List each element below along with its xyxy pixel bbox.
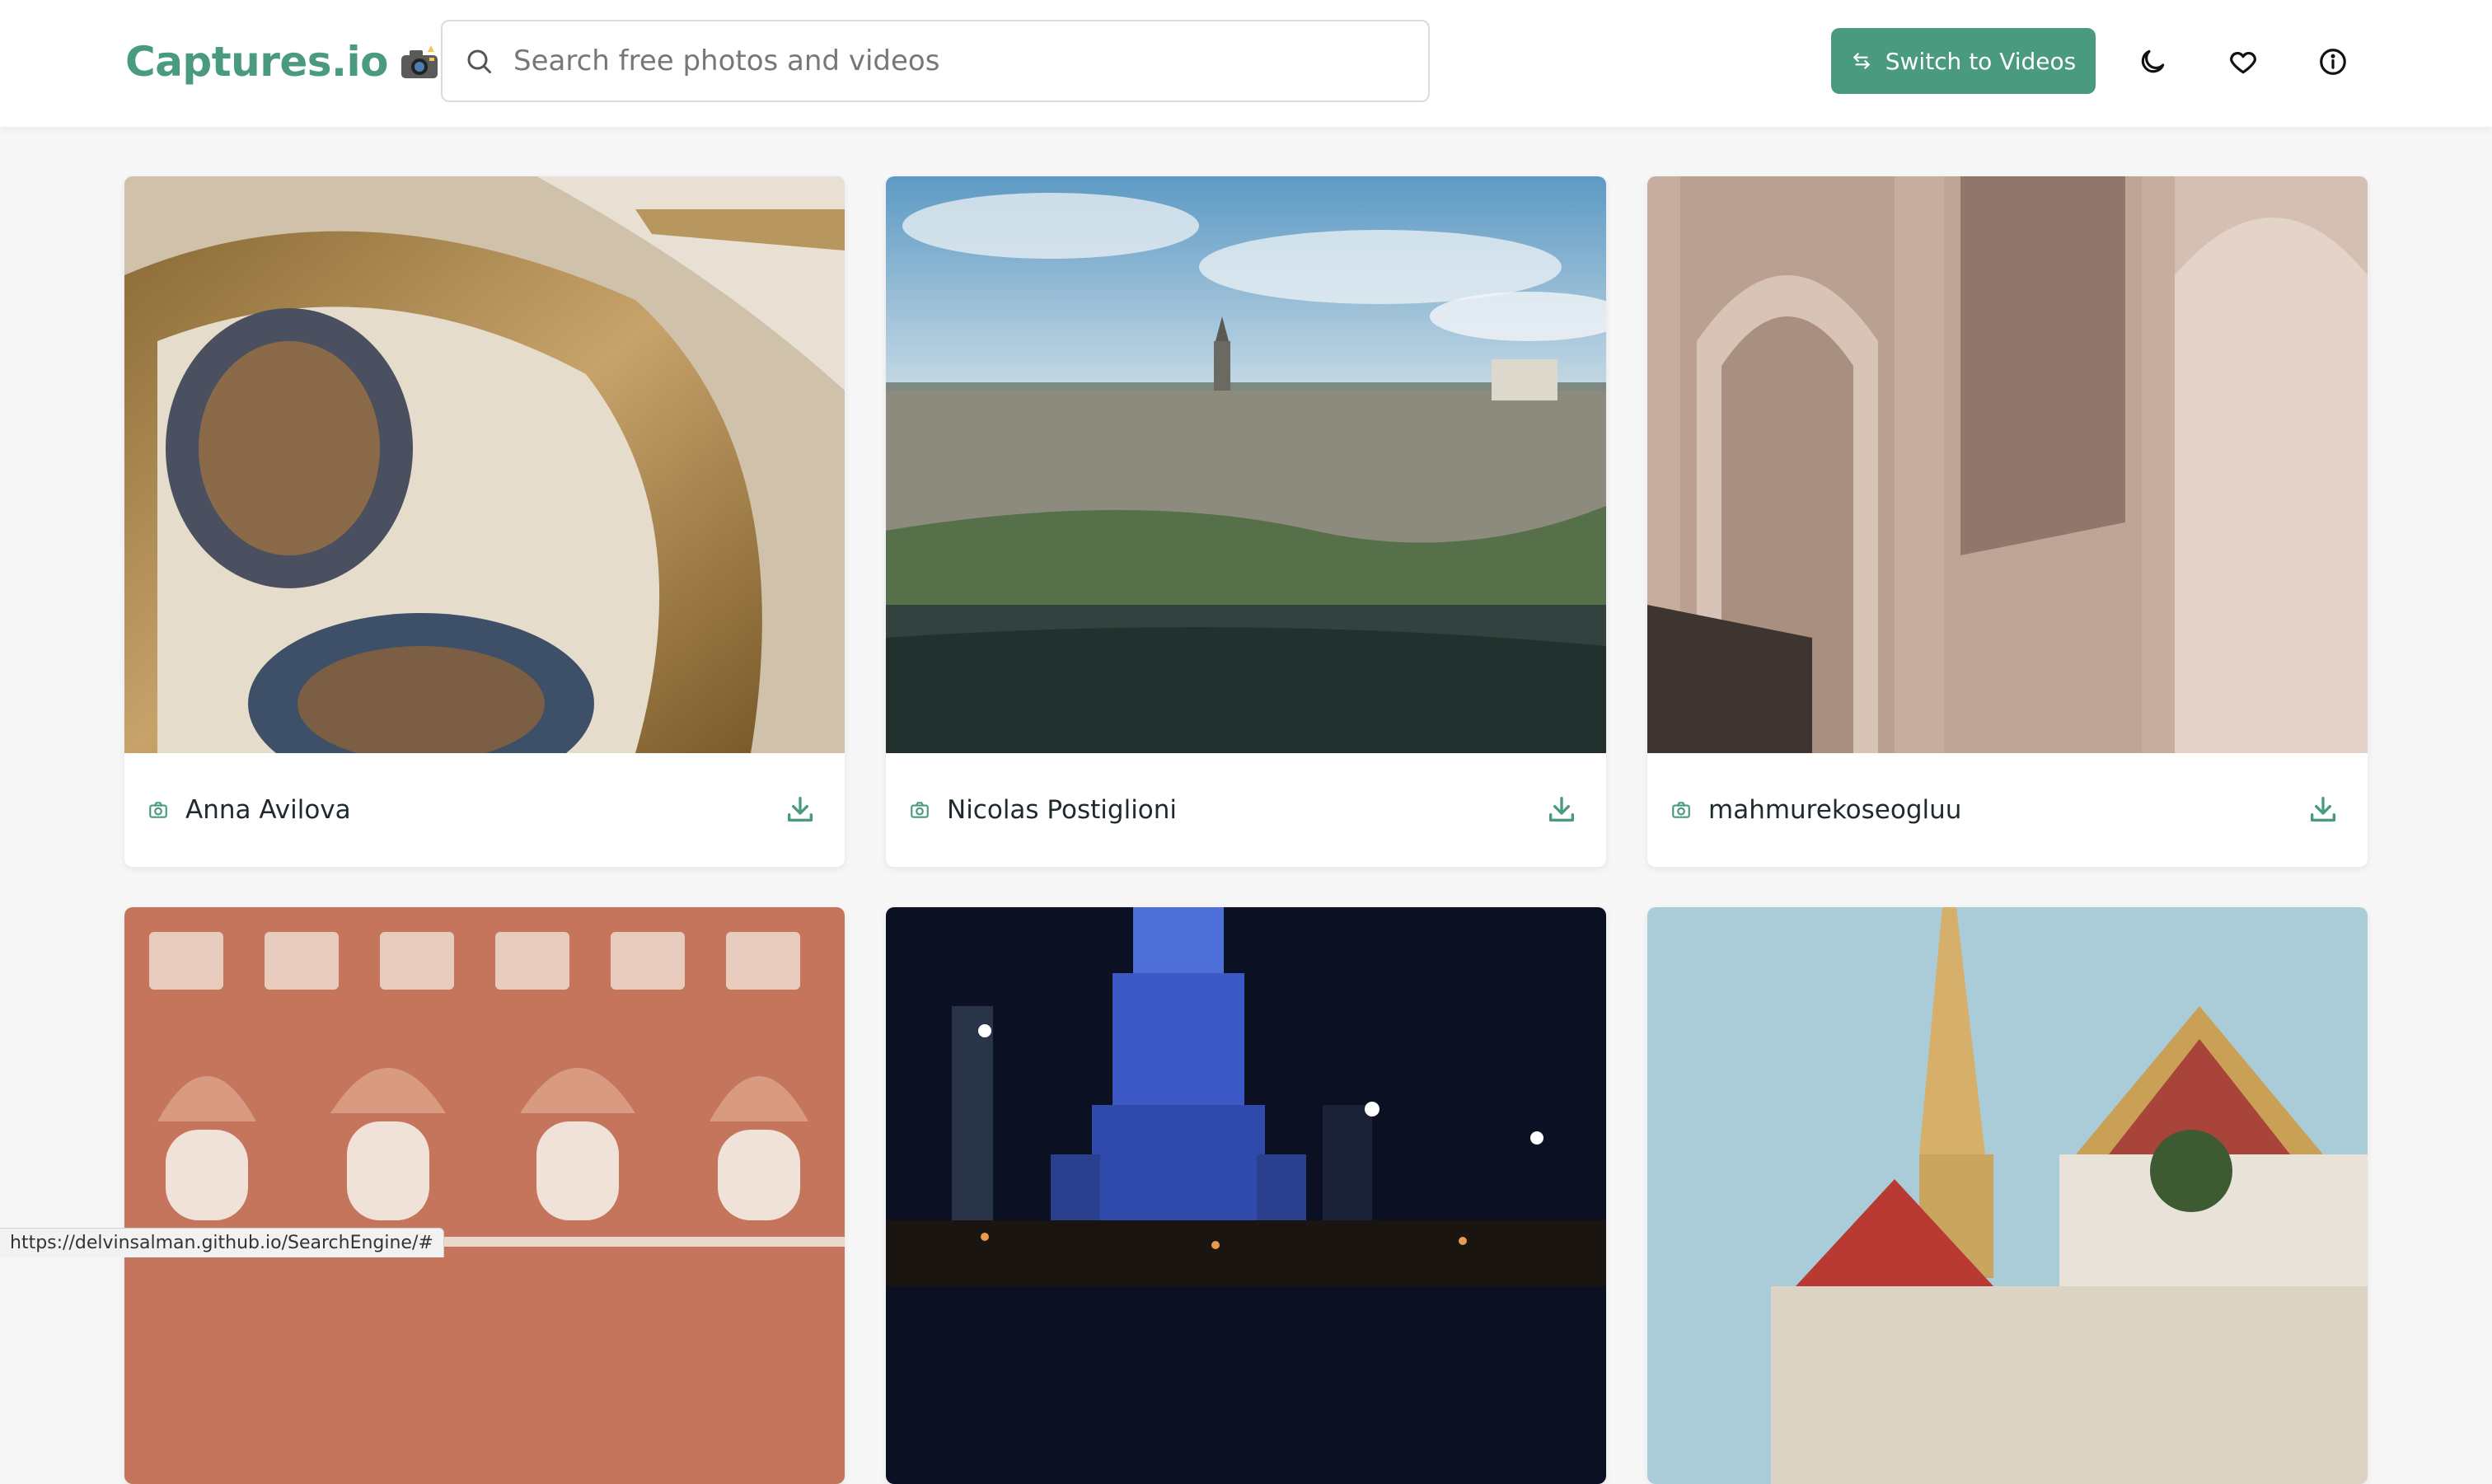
search-bar[interactable] [441, 20, 1430, 102]
info-button[interactable] [2314, 43, 2352, 81]
photo-card[interactable] [1647, 907, 2368, 1484]
switch-label: Switch to Videos [1885, 47, 2077, 75]
download-icon[interactable] [784, 793, 817, 826]
photo-card[interactable] [124, 907, 845, 1484]
photo-card[interactable] [886, 907, 1606, 1484]
search-input[interactable] [513, 44, 1403, 77]
photographer-name[interactable]: Nicolas Postiglioni [947, 795, 1177, 825]
card-footer: Anna Avilova [124, 753, 845, 867]
favorites-button[interactable] [2224, 43, 2262, 81]
photographer-name[interactable]: Anna Avilova [185, 795, 351, 825]
photo-image[interactable] [886, 176, 1606, 753]
dark-mode-toggle[interactable] [2134, 43, 2171, 81]
search-icon [467, 49, 491, 73]
camera-icon [911, 802, 929, 818]
photo-image[interactable] [124, 907, 845, 1484]
switch-to-videos-button[interactable]: Switch to Videos [1831, 28, 2096, 94]
photo-image[interactable] [886, 907, 1606, 1484]
logo-text: Captures.io [125, 38, 389, 86]
photo-card[interactable]: Anna Avilova [124, 176, 845, 867]
photo-card[interactable]: mahmurekoseogluu [1647, 176, 2368, 867]
card-footer: Nicolas Postiglioni [886, 753, 1606, 867]
camera-emoji-icon [398, 44, 441, 80]
swap-arrows-icon [1853, 53, 1870, 69]
heart-icon [2230, 51, 2256, 74]
site-logo[interactable]: Captures.io [125, 33, 441, 91]
photo-image[interactable] [1647, 907, 2368, 1484]
photo-image[interactable] [1647, 176, 2368, 753]
card-footer: mahmurekoseogluu [1647, 753, 2368, 867]
top-navbar: Captures.io Switch to Videos [0, 0, 2492, 127]
photo-image[interactable] [124, 176, 845, 753]
moon-icon [2141, 49, 2165, 73]
info-icon [2320, 49, 2346, 75]
download-icon[interactable] [2307, 793, 2340, 826]
camera-icon [1672, 802, 1690, 818]
photo-card[interactable]: Nicolas Postiglioni [886, 176, 1606, 867]
browser-status-url: https://delvinsalman.github.io/SearchEng… [0, 1228, 444, 1257]
photographer-name[interactable]: mahmurekoseogluu [1708, 795, 1961, 825]
download-icon[interactable] [1545, 793, 1578, 826]
camera-icon [149, 802, 167, 818]
